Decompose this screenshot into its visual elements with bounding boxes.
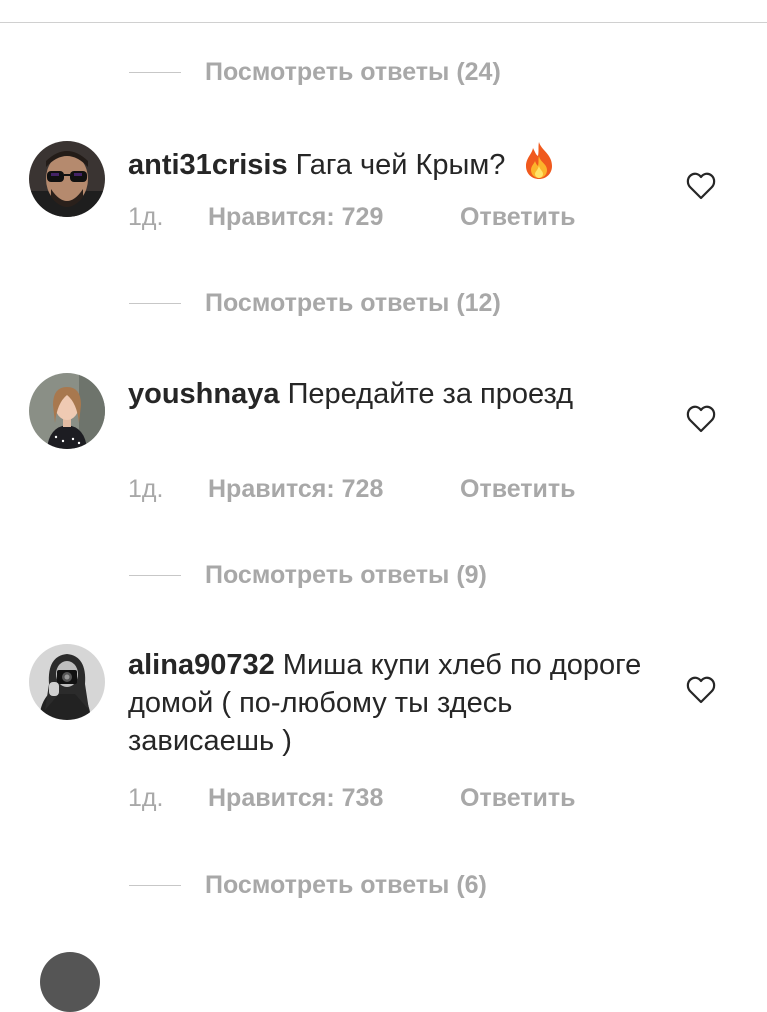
divider-line bbox=[129, 574, 181, 576]
comment-time: 1д. bbox=[128, 475, 164, 503]
comment-message: Передайте за проезд bbox=[287, 378, 574, 410]
username[interactable]: anti31crisis bbox=[128, 149, 288, 181]
likes-count[interactable]: Нравится: 728 bbox=[208, 475, 460, 504]
comment-meta: 1д. Нравится: 728 Ответить bbox=[128, 475, 576, 504]
avatar[interactable] bbox=[29, 644, 105, 720]
reply-button[interactable]: Ответить bbox=[460, 203, 576, 232]
comment-time: 1д. bbox=[128, 784, 164, 812]
view-replies-label: Посмотреть ответы (6) bbox=[205, 870, 487, 899]
view-replies-button[interactable]: Посмотреть ответы (12) bbox=[129, 285, 501, 321]
view-replies-label: Посмотреть ответы (24) bbox=[205, 57, 501, 86]
username[interactable]: youshnaya bbox=[128, 378, 280, 410]
view-replies-button[interactable]: Посмотреть ответы (24) bbox=[129, 54, 501, 90]
divider-line bbox=[129, 302, 181, 304]
view-replies-button[interactable]: Посмотреть ответы (9) bbox=[129, 557, 487, 593]
comment-text: alina90732 Миша купи хлеб по дороге домо… bbox=[128, 646, 658, 760]
divider-line bbox=[129, 884, 181, 886]
reply-button[interactable]: Ответить bbox=[460, 784, 576, 813]
likes-count[interactable]: Нравится: 729 bbox=[208, 203, 460, 232]
comment-time: 1д. bbox=[128, 203, 164, 231]
heart-icon[interactable] bbox=[686, 172, 716, 200]
likes-count[interactable]: Нравится: 738 bbox=[208, 784, 460, 813]
heart-icon[interactable] bbox=[686, 676, 716, 704]
comment-meta: 1д. Нравится: 738 Ответить bbox=[128, 784, 576, 813]
avatar[interactable] bbox=[29, 141, 105, 217]
top-divider bbox=[0, 22, 767, 23]
divider-line bbox=[129, 71, 181, 73]
username[interactable]: alina90732 bbox=[128, 649, 275, 681]
comment-meta: 1д. Нравится: 729 Ответить bbox=[128, 203, 576, 232]
view-replies-button[interactable]: Посмотреть ответы (6) bbox=[129, 867, 487, 903]
avatar[interactable] bbox=[29, 373, 105, 449]
comment-text: anti31crisis Гага чей Крым? bbox=[128, 140, 658, 190]
view-replies-label: Посмотреть ответы (12) bbox=[205, 288, 501, 317]
comment-message: Гага чей Крым? bbox=[295, 149, 506, 181]
view-replies-label: Посмотреть ответы (9) bbox=[205, 560, 487, 589]
fire-emoji-icon bbox=[522, 140, 556, 190]
avatar[interactable] bbox=[40, 952, 100, 1012]
comment-text: youshnaya Передайте за проезд bbox=[128, 375, 658, 413]
reply-button[interactable]: Ответить bbox=[460, 475, 576, 504]
heart-icon[interactable] bbox=[686, 405, 716, 433]
